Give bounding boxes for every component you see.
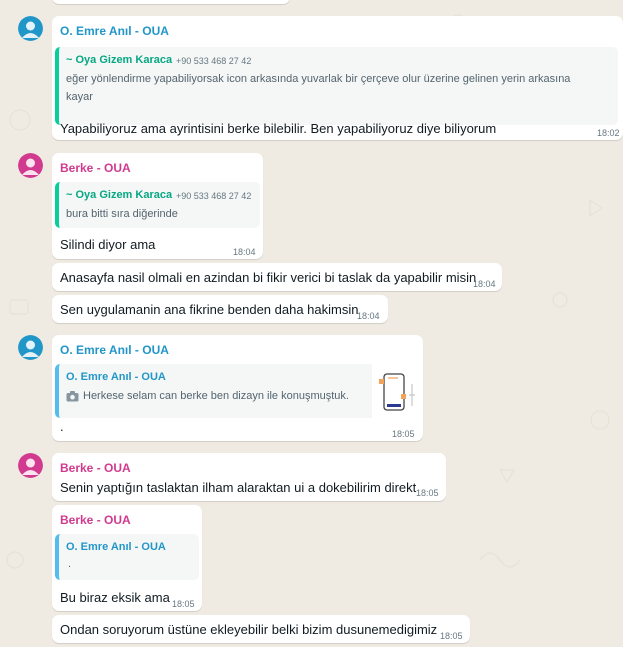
message-bubble[interactable]: Ondan soruyorum üstüne ekleyebilir belki…: [52, 615, 470, 643]
quote-text: bura bitti sıra diğerinde: [66, 208, 178, 220]
message-timestamp: 18:04: [473, 279, 496, 289]
quote-sender-phone: +90 533 468 27 42: [176, 56, 252, 66]
message-bubble[interactable]: Anasayfa nasil olmali en azindan bi fiki…: [52, 263, 502, 291]
message-text: Silindi diyor ama: [60, 237, 156, 252]
message-bubble[interactable]: Berke - OUA ~ Oya Gizem Karaca +90 533 4…: [52, 153, 263, 259]
message-text: Sen uygulamanin ana fikrine benden daha …: [60, 302, 359, 317]
quote-sender-name: O. Emre Anıl - OUA: [66, 541, 166, 553]
message-text: .: [60, 419, 64, 434]
message-bubble[interactable]: O. Emre Anıl - OUA O. Emre Anıl - OUA He…: [52, 335, 423, 441]
message-text: Senin yaptığın taslaktan ilham alaraktan…: [60, 480, 417, 495]
message-bubble[interactable]: O. Emre Anıl - OUA ~ Oya Gizem Karaca +9…: [52, 16, 623, 140]
avatar-person-icon: [18, 335, 43, 360]
quote-text: Herkese selam can berke ben dizayn ile k…: [83, 390, 349, 402]
quote-sender-name: ~ Oya Gizem Karaca: [66, 54, 173, 66]
message-text: Yapabiliyoruz ama ayrintisini berke bile…: [60, 121, 497, 136]
avatar[interactable]: [18, 16, 43, 41]
avatar[interactable]: [18, 153, 43, 178]
quote-sender-name: ~ Oya Gizem Karaca: [66, 189, 173, 201]
previous-message-bubble: [52, 0, 290, 4]
avatar-person-icon: [18, 453, 43, 478]
quote-text: .: [68, 558, 72, 570]
sender-name[interactable]: O. Emre Anıl - OUA: [60, 343, 169, 357]
message-text: Anasayfa nasil olmali en azindan bi fiki…: [60, 270, 477, 285]
sender-name[interactable]: Berke - OUA: [60, 461, 131, 475]
quoted-message[interactable]: ~ Oya Gizem Karaca +90 533 468 27 42 eğe…: [55, 47, 618, 125]
quote-text-line: kayar: [66, 91, 93, 103]
avatar-person-icon: [18, 16, 43, 41]
sender-name[interactable]: Berke - OUA: [60, 513, 131, 527]
sender-name[interactable]: O. Emre Anıl - OUA: [60, 24, 169, 38]
message-timestamp: 18:05: [440, 631, 463, 641]
avatar-person-icon: [18, 153, 43, 178]
quote-text-line: eğer yönlendirme yapabiliyorsak icon ark…: [66, 73, 571, 85]
message-timestamp: 18:05: [392, 429, 415, 439]
message-timestamp: 18:02: [597, 128, 620, 138]
message-text: Bu biraz eksik ama: [60, 590, 170, 605]
quoted-message[interactable]: ~ Oya Gizem Karaca +90 533 468 27 42 bur…: [55, 182, 260, 228]
message-timestamp: 18:05: [172, 599, 195, 609]
quote-sender-phone: +90 533 468 27 42: [176, 191, 252, 201]
message-text: Ondan soruyorum üstüne ekleyebilir belki…: [60, 622, 438, 637]
quoted-message[interactable]: O. Emre Anıl - OUA Herkese selam can ber…: [55, 364, 420, 418]
quote-sender-name: O. Emre Anıl - OUA: [66, 371, 166, 383]
message-bubble[interactable]: Sen uygulamanin ana fikrine benden daha …: [52, 295, 388, 323]
avatar[interactable]: [18, 453, 43, 478]
message-timestamp: 18:04: [357, 311, 380, 321]
quote-image-thumbnail[interactable]: [372, 364, 420, 418]
message-bubble[interactable]: Berke - OUA Senin yaptığın taslaktan ilh…: [52, 453, 446, 501]
avatar[interactable]: [18, 335, 43, 360]
quoted-message[interactable]: O. Emre Anıl - OUA .: [55, 534, 199, 580]
message-bubble[interactable]: Berke - OUA O. Emre Anıl - OUA . Bu bira…: [52, 505, 202, 611]
message-timestamp: 18:04: [233, 247, 256, 257]
message-timestamp: 18:05: [416, 488, 439, 498]
camera-icon: [66, 391, 79, 402]
sender-name[interactable]: Berke - OUA: [60, 161, 131, 175]
